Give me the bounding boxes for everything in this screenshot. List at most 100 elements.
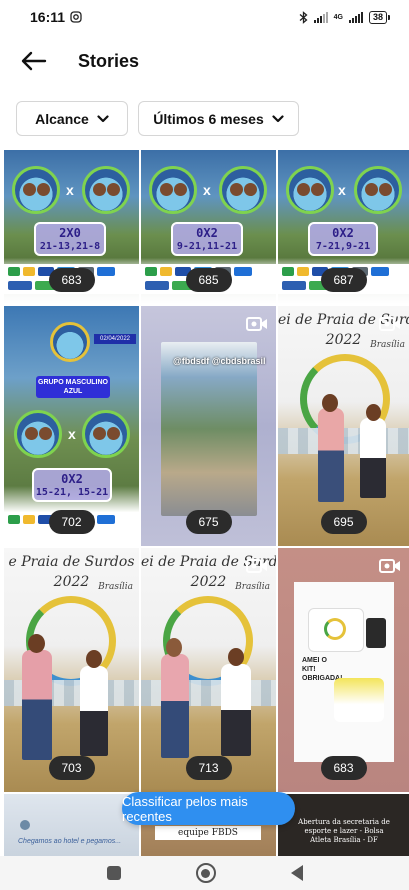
story-tile-8[interactable]: ei de Praia de Surdos 2022 Brasília 713 — [141, 548, 276, 792]
story-view-count: 695 — [320, 510, 367, 534]
event-title: e Praia de Surdos — [8, 554, 135, 570]
kit-logo — [324, 618, 346, 640]
person-right-head — [228, 648, 244, 666]
chevron-down-icon — [272, 114, 284, 122]
score-box: 0X2 15-21, 15-21 — [32, 468, 112, 502]
sets: 7-21,9-21 — [315, 241, 371, 252]
person-right — [360, 418, 386, 498]
team-photo-left — [149, 166, 197, 214]
person-left — [318, 408, 344, 502]
battery-icon: 38 — [368, 10, 391, 24]
team-photo-right — [219, 166, 267, 214]
status-left: 16:11 — [30, 9, 82, 25]
story-caption: @fbdsdf @cbdsbrasil — [173, 356, 266, 366]
person-right-head — [366, 404, 381, 421]
status-time: 16:11 — [30, 9, 66, 25]
period-filter-label: Últimos 6 meses — [153, 110, 264, 127]
reach-filter-button[interactable]: Alcance — [16, 101, 128, 136]
navigation-bar — [0, 856, 409, 890]
person-right — [80, 666, 108, 756]
story-view-count: 683 — [320, 756, 367, 780]
person-left — [22, 650, 52, 760]
kit-shirt-2 — [334, 678, 384, 722]
score: 0X2 — [196, 226, 218, 240]
story-caption: equipe FBDS — [155, 826, 261, 840]
person-left — [161, 654, 189, 758]
story-caption: Abertura da secretaria de esporte e laze… — [298, 818, 390, 844]
score-box: 0X2 7-21,9-21 — [308, 222, 378, 256]
team-photo-right — [82, 410, 130, 458]
event-city: Brasília — [370, 340, 405, 350]
video-camera-icon — [379, 559, 400, 573]
story-tile-7[interactable]: e Praia de Surdos 2022 Brasília 703 — [4, 548, 139, 792]
story-view-count: 703 — [48, 756, 95, 780]
chevron-down-icon — [97, 114, 109, 122]
versus-mark: x — [338, 182, 346, 198]
story-tile-5[interactable]: @fbdsdf @cbdsbrasil 675 — [141, 306, 276, 546]
team-photo-left — [12, 166, 60, 214]
story-tile-2[interactable]: x 0X2 9-21,11-21 685 — [141, 150, 276, 304]
bluetooth-icon — [299, 10, 308, 24]
team-photo-left — [14, 410, 62, 458]
story-view-count: 687 — [320, 268, 367, 292]
status-right: 4G 38 — [299, 10, 391, 24]
story-tile-6[interactable]: ei de Praia de Surdo 2022 Brasília 695 — [278, 306, 409, 546]
story-caption: Chegamos ao hotel e pegamos... — [18, 838, 122, 845]
network-type: 4G — [333, 13, 343, 21]
story-photo — [161, 342, 257, 516]
story-tile-3[interactable]: x 0X2 7-21,9-21 687 — [278, 150, 409, 304]
score: 0X2 — [61, 472, 83, 486]
person-left-head — [166, 638, 182, 657]
score-box: 0X2 9-21,11-21 — [171, 222, 243, 256]
team-photo-left — [286, 166, 334, 214]
event-city: Brasília — [235, 582, 270, 592]
person-left-head — [28, 634, 45, 653]
story-view-count: 713 — [185, 756, 232, 780]
person-right — [221, 664, 251, 756]
signal-icon-2 — [348, 11, 363, 23]
sets: 9-21,11-21 — [176, 241, 238, 252]
video-camera-icon — [246, 559, 267, 573]
person-right-head — [86, 650, 102, 668]
story-tile-9[interactable]: AMEI O KIT! OBRIGADA! 683 — [278, 548, 409, 792]
sets: 15-21, 15-21 — [35, 487, 109, 498]
story-view-count: 675 — [185, 510, 232, 534]
versus-mark: x — [68, 426, 76, 442]
sets: 21-13,21-8 — [39, 241, 101, 252]
video-camera-icon — [246, 317, 267, 331]
date-badge: 02/04/2022 — [94, 334, 136, 344]
kit-bag — [366, 618, 386, 648]
page-title: Stories — [78, 50, 140, 71]
championship-logo — [50, 322, 90, 362]
back-triangle-icon[interactable] — [290, 865, 303, 881]
reach-filter-label: Alcance — [35, 110, 89, 127]
arrow-left-icon — [21, 51, 47, 71]
story-tile-4[interactable]: 02/04/2022 GRUPO MASCULINO AZUL x 0X2 15… — [4, 306, 139, 546]
versus-mark: x — [203, 182, 211, 198]
score: 2X0 — [59, 226, 81, 240]
filters: Alcance Últimos 6 meses — [16, 101, 299, 136]
score: 0X2 — [332, 226, 354, 240]
group-banner: GRUPO MASCULINO AZUL — [36, 376, 110, 398]
period-filter-button[interactable]: Últimos 6 meses — [138, 101, 299, 136]
score-box: 2X0 21-13,21-8 — [34, 222, 106, 256]
back-button[interactable] — [4, 36, 64, 86]
home-icon[interactable] — [195, 863, 216, 883]
recents-icon[interactable] — [106, 866, 121, 880]
stories-grid: x 2X0 21-13,21-8 683 x 0X2 9-21,11-21 68… — [4, 150, 409, 856]
team-photo-right — [82, 166, 130, 214]
team-photo-right — [354, 166, 402, 214]
sort-by-recent-button[interactable]: Classificar pelos mais recentes — [122, 792, 295, 825]
avatar — [20, 820, 30, 830]
story-view-count: 683 — [48, 268, 95, 292]
instagram-notification-icon — [70, 11, 82, 23]
versus-mark: x — [66, 182, 74, 198]
status-bar: 16:11 4G 38 — [0, 0, 409, 34]
story-view-count: 685 — [185, 268, 232, 292]
story-tile-12[interactable]: Abertura da secretaria de esporte e laze… — [278, 794, 409, 856]
story-tile-10[interactable]: Chegamos ao hotel e pegamos... — [4, 794, 139, 856]
story-view-count: 702 — [48, 510, 95, 534]
story-tile-1[interactable]: x 2X0 21-13,21-8 683 — [4, 150, 139, 304]
event-city: Brasília — [98, 582, 133, 592]
video-camera-icon — [379, 317, 400, 331]
